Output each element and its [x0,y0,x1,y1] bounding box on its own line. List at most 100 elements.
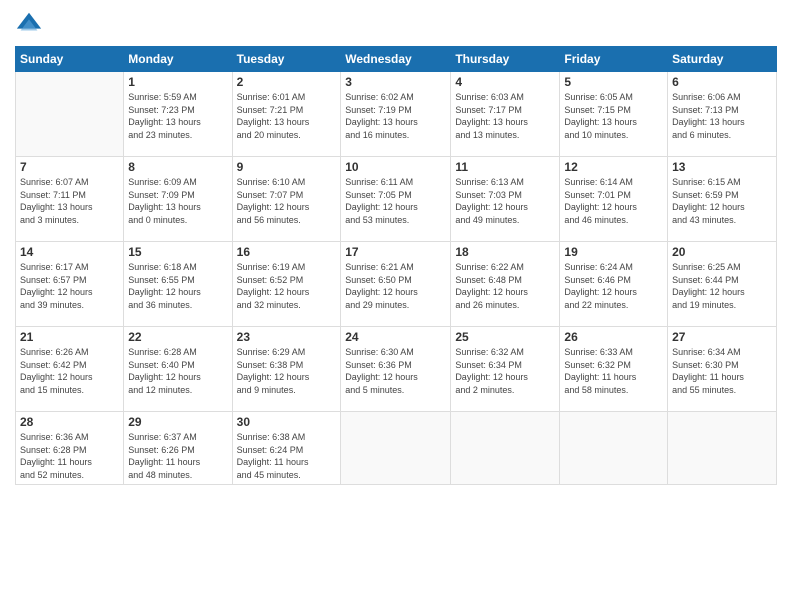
day-number: 13 [672,160,772,174]
calendar-cell: 9Sunrise: 6:10 AM Sunset: 7:07 PM Daylig… [232,157,341,242]
calendar-cell: 1 Sunrise: 5:59 AM Sunset: 7:23 PM Daylig… [124,72,232,157]
day-info: Sunrise: 6:02 AM Sunset: 7:19 PM Dayligh… [345,91,446,141]
weekday-header-monday: Monday [124,47,232,72]
calendar-cell: 23 Sunrise: 6:29 AM Sunset: 6:38 PM Dayli… [232,327,341,412]
calendar-cell: 4 Sunrise: 6:03 AM Sunset: 7:17 PM Daylig… [451,72,560,157]
calendar-cell: 6 Sunrise: 6:06 AM Sunset: 7:13 PM Daylig… [668,72,777,157]
day-info: Sunrise: 6:25 AM Sunset: 6:44 PM Dayligh… [672,261,772,311]
day-info: Sunrise: 6:30 AM Sunset: 6:36 PM Dayligh… [345,346,446,396]
calendar-cell: 7Sunrise: 6:07 AM Sunset: 7:11 PM Daylig… [16,157,124,242]
day-number: 29 [128,415,227,429]
calendar-cell: 5 Sunrise: 6:05 AM Sunset: 7:15 PM Daylig… [560,72,668,157]
week-row-2: 7Sunrise: 6:07 AM Sunset: 7:11 PM Daylig… [16,157,777,242]
day-info: Sunrise: 6:09 AM Sunset: 7:09 PM Dayligh… [128,176,227,226]
day-number: 20 [672,245,772,259]
calendar: SundayMondayTuesdayWednesdayThursdayFrid… [15,46,777,485]
calendar-cell: 3Sunrise: 6:02 AM Sunset: 7:19 PM Daylig… [341,72,451,157]
day-number: 4 [455,75,555,89]
day-info: Sunrise: 6:11 AM Sunset: 7:05 PM Dayligh… [345,176,446,226]
day-number: 11 [455,160,555,174]
calendar-cell: 21 Sunrise: 6:26 AM Sunset: 6:42 PM Dayli… [16,327,124,412]
day-number: 1 [128,75,227,89]
day-info: Sunrise: 6:29 AM Sunset: 6:38 PM Dayligh… [237,346,337,396]
calendar-cell [451,412,560,485]
calendar-cell: 14 Sunrise: 6:17 AM Sunset: 6:57 PM Dayli… [16,242,124,327]
day-number: 10 [345,160,446,174]
day-number: 28 [20,415,119,429]
calendar-cell [668,412,777,485]
day-number: 18 [455,245,555,259]
page: SundayMondayTuesdayWednesdayThursdayFrid… [0,0,792,612]
day-number: 9 [237,160,337,174]
calendar-cell: 27 Sunrise: 6:34 AM Sunset: 6:30 PM Dayli… [668,327,777,412]
day-info: Sunrise: 6:01 AM Sunset: 7:21 PM Dayligh… [237,91,337,141]
day-number: 8 [128,160,227,174]
day-info: Sunrise: 6:17 AM Sunset: 6:57 PM Dayligh… [20,261,119,311]
day-number: 16 [237,245,337,259]
day-info: Sunrise: 6:21 AM Sunset: 6:50 PM Dayligh… [345,261,446,311]
day-number: 22 [128,330,227,344]
day-info: Sunrise: 6:24 AM Sunset: 6:46 PM Dayligh… [564,261,663,311]
weekday-header-friday: Friday [560,47,668,72]
day-info: Sunrise: 5:59 AM Sunset: 7:23 PM Dayligh… [128,91,227,141]
day-info: Sunrise: 6:26 AM Sunset: 6:42 PM Dayligh… [20,346,119,396]
calendar-cell: 17Sunrise: 6:21 AM Sunset: 6:50 PM Dayli… [341,242,451,327]
calendar-cell: 20 Sunrise: 6:25 AM Sunset: 6:44 PM Dayli… [668,242,777,327]
calendar-cell: 25 Sunrise: 6:32 AM Sunset: 6:34 PM Dayli… [451,327,560,412]
calendar-cell: 11 Sunrise: 6:13 AM Sunset: 7:03 PM Dayli… [451,157,560,242]
day-number: 30 [237,415,337,429]
day-info: Sunrise: 6:22 AM Sunset: 6:48 PM Dayligh… [455,261,555,311]
weekday-header-thursday: Thursday [451,47,560,72]
day-number: 26 [564,330,663,344]
day-info: Sunrise: 6:19 AM Sunset: 6:52 PM Dayligh… [237,261,337,311]
day-number: 2 [237,75,337,89]
day-number: 15 [128,245,227,259]
calendar-cell: 8 Sunrise: 6:09 AM Sunset: 7:09 PM Daylig… [124,157,232,242]
logo-icon [15,10,43,38]
day-number: 27 [672,330,772,344]
calendar-cell: 30 Sunrise: 6:38 AM Sunset: 6:24 PM Dayli… [232,412,341,485]
day-number: 14 [20,245,119,259]
day-info: Sunrise: 6:07 AM Sunset: 7:11 PM Dayligh… [20,176,119,226]
day-number: 6 [672,75,772,89]
day-info: Sunrise: 6:28 AM Sunset: 6:40 PM Dayligh… [128,346,227,396]
day-number: 5 [564,75,663,89]
day-number: 23 [237,330,337,344]
week-row-1: 1 Sunrise: 5:59 AM Sunset: 7:23 PM Daylig… [16,72,777,157]
day-info: Sunrise: 6:32 AM Sunset: 6:34 PM Dayligh… [455,346,555,396]
calendar-cell: 22 Sunrise: 6:28 AM Sunset: 6:40 PM Dayli… [124,327,232,412]
calendar-cell [16,72,124,157]
calendar-cell [560,412,668,485]
day-info: Sunrise: 6:38 AM Sunset: 6:24 PM Dayligh… [237,431,337,481]
weekday-header-saturday: Saturday [668,47,777,72]
day-info: Sunrise: 6:37 AM Sunset: 6:26 PM Dayligh… [128,431,227,481]
day-number: 12 [564,160,663,174]
day-info: Sunrise: 6:34 AM Sunset: 6:30 PM Dayligh… [672,346,772,396]
calendar-cell: 16 Sunrise: 6:19 AM Sunset: 6:52 PM Dayli… [232,242,341,327]
day-info: Sunrise: 6:06 AM Sunset: 7:13 PM Dayligh… [672,91,772,141]
week-row-4: 21 Sunrise: 6:26 AM Sunset: 6:42 PM Dayli… [16,327,777,412]
weekday-header-tuesday: Tuesday [232,47,341,72]
day-number: 21 [20,330,119,344]
day-number: 25 [455,330,555,344]
calendar-cell: 2 Sunrise: 6:01 AM Sunset: 7:21 PM Daylig… [232,72,341,157]
week-row-5: 28 Sunrise: 6:36 AM Sunset: 6:28 PM Dayli… [16,412,777,485]
day-number: 19 [564,245,663,259]
calendar-cell: 24Sunrise: 6:30 AM Sunset: 6:36 PM Dayli… [341,327,451,412]
calendar-cell [341,412,451,485]
header [15,10,777,38]
day-info: Sunrise: 6:13 AM Sunset: 7:03 PM Dayligh… [455,176,555,226]
calendar-cell: 26Sunrise: 6:33 AM Sunset: 6:32 PM Dayli… [560,327,668,412]
weekday-header-sunday: Sunday [16,47,124,72]
logo [15,10,47,38]
calendar-cell: 12 Sunrise: 6:14 AM Sunset: 7:01 PM Dayli… [560,157,668,242]
day-info: Sunrise: 6:14 AM Sunset: 7:01 PM Dayligh… [564,176,663,226]
calendar-cell: 13Sunrise: 6:15 AM Sunset: 6:59 PM Dayli… [668,157,777,242]
day-info: Sunrise: 6:05 AM Sunset: 7:15 PM Dayligh… [564,91,663,141]
week-row-3: 14 Sunrise: 6:17 AM Sunset: 6:57 PM Dayli… [16,242,777,327]
calendar-cell: 10 Sunrise: 6:11 AM Sunset: 7:05 PM Dayli… [341,157,451,242]
calendar-cell: 28 Sunrise: 6:36 AM Sunset: 6:28 PM Dayli… [16,412,124,485]
day-info: Sunrise: 6:36 AM Sunset: 6:28 PM Dayligh… [20,431,119,481]
calendar-cell: 18 Sunrise: 6:22 AM Sunset: 6:48 PM Dayli… [451,242,560,327]
day-info: Sunrise: 6:03 AM Sunset: 7:17 PM Dayligh… [455,91,555,141]
